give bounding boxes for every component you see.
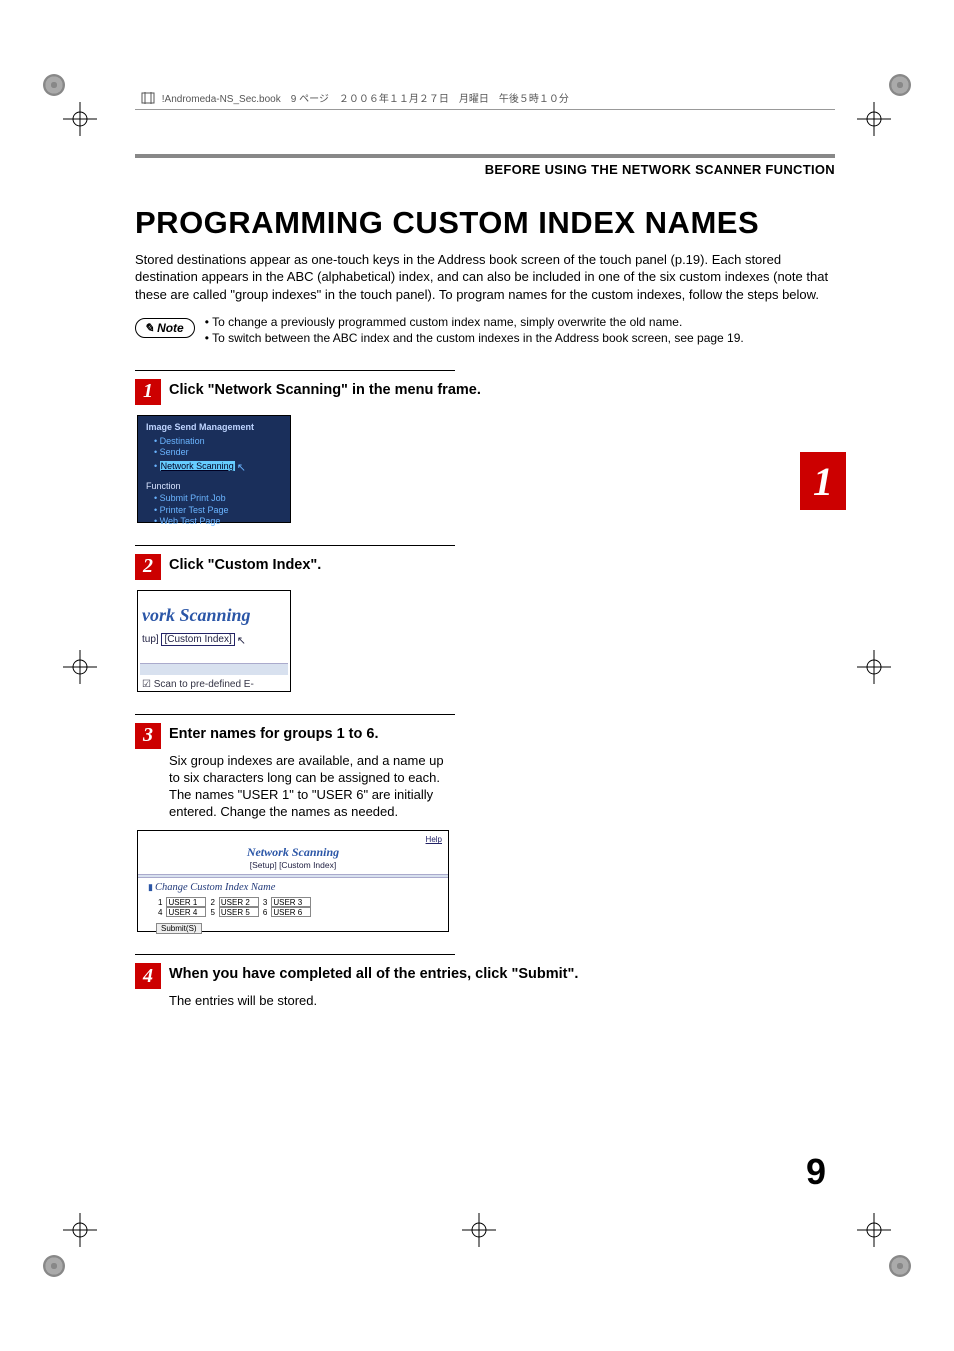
step-3: 3 Enter names for groups 1 to 6. Six gro… (135, 714, 835, 933)
note-list: To change a previously programmed custom… (205, 314, 744, 346)
cursor-icon: ↖ (237, 634, 246, 647)
page-title: PROGRAMMING CUSTOM INDEX NAMES (135, 205, 835, 241)
ss1-item: Destination (154, 436, 282, 448)
step-title: When you have completed all of the entri… (169, 963, 578, 983)
reg-mark-ml (63, 650, 97, 684)
file-header: !Andromeda-NS_Sec.book 9 ページ ２００６年１１月２７日… (135, 90, 835, 110)
ss2-title: vork Scanning (140, 605, 288, 626)
ss1-item: Web Test Page (154, 516, 282, 528)
crop-mark-br (889, 1255, 911, 1277)
ss1-header: Image Send Management (146, 422, 282, 434)
ss2-crumb: tup] [Custom Index]↖ (140, 632, 288, 645)
reg-mark-bl (63, 1213, 97, 1247)
step-number: 2 (135, 554, 161, 580)
pencil-icon: ✎ (144, 321, 154, 335)
section-header: BEFORE USING THE NETWORK SCANNER FUNCTIO… (135, 162, 835, 177)
cursor-icon: ↖ (237, 461, 246, 475)
step-body: Six group indexes are available, and a n… (169, 753, 449, 821)
note-chip: ✎ Note (135, 318, 195, 338)
reg-mark-br (857, 1213, 891, 1247)
crop-mark-tr (889, 74, 911, 96)
ss1-section2: Function (146, 481, 282, 493)
step-number: 4 (135, 963, 161, 989)
ss3-title: Network Scanning (138, 845, 448, 860)
note-item-2: To switch between the ABC index and the … (205, 330, 744, 346)
page-number: 9 (806, 1151, 826, 1193)
ss3-submit-button: Submit(S) (156, 923, 202, 934)
note-label: Note (157, 321, 184, 335)
ss3-label: Change Custom Index Name (148, 882, 448, 893)
ss3-input-4 (166, 907, 206, 917)
ss1-item-highlight: Network Scanning↖ (154, 459, 282, 473)
screenshot-index-form: Help Network Scanning [Setup] [Custom In… (137, 830, 449, 932)
ss3-table: 1 2 3 4 5 6 (156, 897, 313, 917)
reg-mark-tl (63, 102, 97, 136)
screenshot-custom-index: vork Scanning tup] [Custom Index]↖ ☑ Sca… (137, 590, 291, 692)
crop-mark-tl (43, 74, 65, 96)
ss3-input-1 (166, 897, 206, 907)
reg-mark-tr (857, 102, 891, 136)
note-box: ✎ Note To change a previously programmed… (135, 314, 835, 346)
ss1-item: Printer Test Page (154, 505, 282, 517)
ss3-input-3 (271, 897, 311, 907)
step-4: 4 When you have completed all of the ent… (135, 954, 835, 1010)
step-title: Click "Custom Index". (169, 554, 321, 574)
ss3-help-link: Help (426, 835, 442, 844)
file-header-text: !Andromeda-NS_Sec.book 9 ページ ２００６年１１月２７日… (162, 94, 569, 105)
frame-icon (141, 92, 155, 107)
crop-mark-bl (43, 1255, 65, 1277)
step-number: 3 (135, 723, 161, 749)
page-content: !Andromeda-NS_Sec.book 9 ページ ２００６年１１月２７日… (135, 90, 835, 1010)
reg-mark-mr (857, 650, 891, 684)
ss2-checkbox: ☑ Scan to pre-defined E- (140, 679, 288, 692)
step-1: 1 Click "Network Scanning" in the menu f… (135, 370, 835, 523)
step-title: Click "Network Scanning" in the menu fra… (169, 379, 481, 399)
step-body: The entries will be stored. (169, 993, 835, 1010)
ss3-crumb: [Setup] [Custom Index] (138, 860, 448, 870)
ss1-item: Submit Print Job (154, 493, 282, 505)
header-rule (135, 154, 835, 158)
ss3-input-5 (219, 907, 259, 917)
step-2: 2 Click "Custom Index". vork Scanning tu… (135, 545, 835, 692)
step-number: 1 (135, 379, 161, 405)
ss3-input-2 (219, 897, 259, 907)
intro-paragraph: Stored destinations appear as one-touch … (135, 251, 835, 304)
ss1-item: Sender (154, 447, 282, 459)
note-item-1: To change a previously programmed custom… (205, 314, 744, 330)
screenshot-menu-frame: Image Send Management Destination Sender… (137, 415, 291, 523)
ss3-input-6 (271, 907, 311, 917)
reg-mark-bc (462, 1213, 496, 1247)
step-title: Enter names for groups 1 to 6. (169, 723, 379, 743)
